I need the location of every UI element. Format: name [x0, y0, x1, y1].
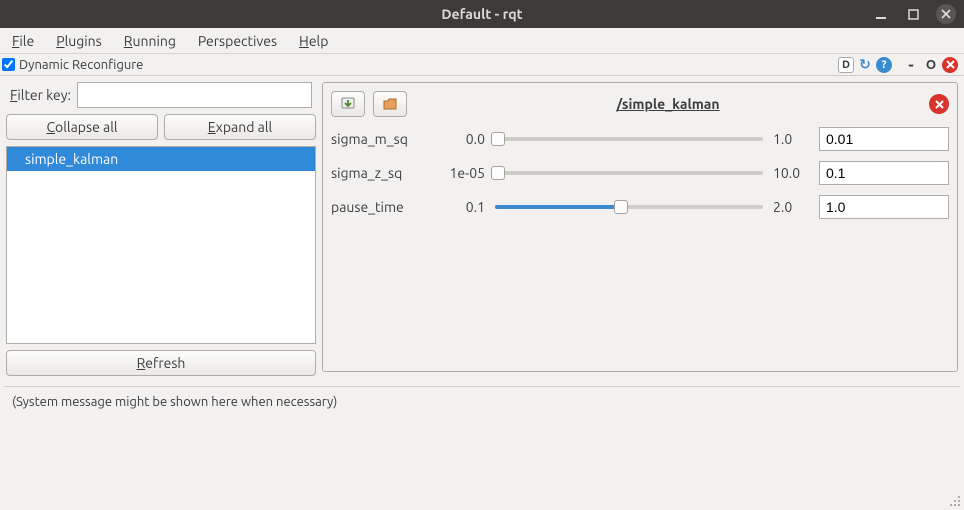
param-value-input[interactable] [819, 161, 949, 185]
plugin-title: Dynamic Reconfigure [19, 58, 143, 72]
window-controls [872, 0, 956, 28]
menu-running[interactable]: Running [120, 31, 180, 51]
plugin-toolbar: D ↻ ? - O [838, 56, 958, 74]
param-row-sigma-m-sq: sigma_m_sq 0.0 1.0 [331, 127, 949, 151]
param-label: sigma_z_sq [331, 165, 431, 181]
param-value-input[interactable] [819, 127, 949, 151]
param-min: 0.1 [441, 199, 485, 215]
open-icon[interactable] [373, 91, 407, 117]
o-icon[interactable]: O [922, 56, 940, 74]
param-min: 0.0 [441, 131, 485, 147]
reload-icon[interactable]: ↻ [856, 56, 874, 74]
param-label: pause_time [331, 199, 431, 215]
param-max: 2.0 [773, 199, 809, 215]
status-message: (System message might be shown here when… [12, 395, 337, 409]
param-max: 1.0 [773, 131, 809, 147]
help-icon[interactable]: ? [876, 57, 892, 73]
minimize-button[interactable] [872, 5, 890, 23]
plugin-close-icon[interactable] [942, 57, 958, 73]
titlebar: Default - rqt [0, 0, 964, 28]
menu-help[interactable]: Help [295, 31, 332, 51]
plugin-checkbox[interactable] [2, 58, 15, 71]
filter-label: Filter key: [10, 87, 71, 103]
param-row-pause-time: pause_time 0.1 2.0 [331, 195, 949, 219]
content: Filter key: Collapse all Expand all simp… [0, 76, 964, 376]
maximize-button[interactable] [904, 5, 922, 23]
close-button[interactable] [936, 4, 956, 24]
menu-perspectives[interactable]: Perspectives [194, 31, 281, 51]
filter-input[interactable] [77, 82, 312, 108]
slider-pause-time[interactable] [495, 198, 763, 216]
window-title: Default - rqt [441, 6, 522, 22]
close-node-icon[interactable] [929, 94, 949, 114]
slider-sigma-z-sq[interactable] [495, 164, 763, 182]
param-header: /simple_kalman [331, 91, 949, 117]
refresh-button[interactable]: Refresh [6, 350, 316, 376]
param-label: sigma_m_sq [331, 131, 431, 147]
menu-file[interactable]: File [8, 31, 38, 51]
menubar: File Plugins Running Perspectives Help [0, 28, 964, 54]
slider-sigma-m-sq[interactable] [495, 130, 763, 148]
collapse-expand-row: Collapse all Expand all [6, 114, 316, 140]
node-tree[interactable]: simple_kalman [6, 146, 316, 344]
node-title: /simple_kalman [415, 96, 921, 112]
status-message-area: (System message might be shown here when… [4, 386, 960, 486]
collapse-all-button[interactable]: Collapse all [6, 114, 158, 140]
menu-plugins[interactable]: Plugins [52, 31, 106, 51]
plugin-bar: Dynamic Reconfigure D ↻ ? - O [0, 54, 964, 76]
right-panel: /simple_kalman sigma_m_sq 0.0 1.0 sigma_… [322, 82, 958, 372]
param-max: 10.0 [773, 165, 809, 181]
param-row-sigma-z-sq: sigma_z_sq 1e-05 10.0 [331, 161, 949, 185]
param-value-input[interactable] [819, 195, 949, 219]
dash-icon[interactable]: - [902, 56, 920, 74]
param-min: 1e-05 [441, 165, 485, 181]
save-icon[interactable] [331, 91, 365, 117]
dock-icon[interactable]: D [838, 57, 854, 73]
left-panel: Filter key: Collapse all Expand all simp… [6, 82, 316, 376]
expand-all-button[interactable]: Expand all [164, 114, 316, 140]
filter-row: Filter key: [6, 82, 316, 108]
resize-grip[interactable] [948, 494, 962, 508]
tree-item-simple-kalman[interactable]: simple_kalman [7, 147, 315, 171]
